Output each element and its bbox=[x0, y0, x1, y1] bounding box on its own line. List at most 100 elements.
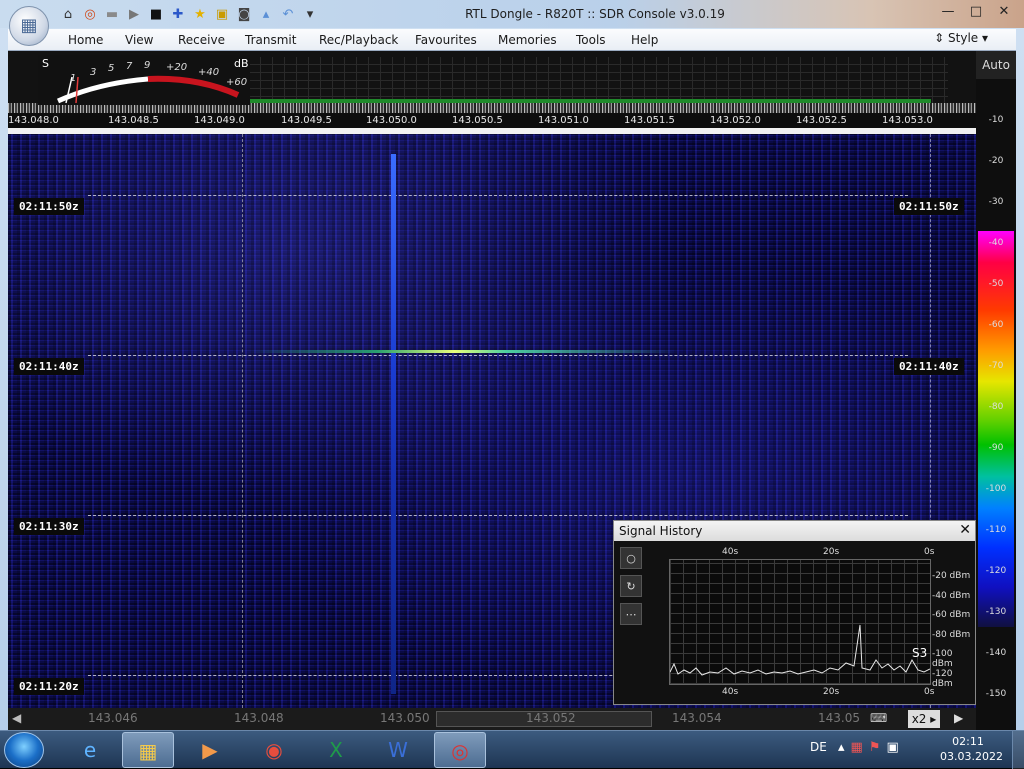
record-button[interactable]: ○ bbox=[620, 547, 642, 569]
freq-tick: 143.051.0 bbox=[538, 115, 589, 126]
word-icon[interactable]: W bbox=[372, 732, 424, 768]
chrome-icon[interactable]: ◉ bbox=[248, 732, 300, 768]
time-grid-line bbox=[88, 355, 908, 356]
auto-scale-button[interactable]: Auto bbox=[976, 51, 1016, 79]
dropdown-icon[interactable]: ▾ bbox=[300, 5, 320, 25]
stop-icon[interactable]: ■ bbox=[146, 5, 166, 25]
time-label: 02:11:20z bbox=[14, 678, 84, 695]
maximize-button[interactable]: □ bbox=[964, 2, 988, 22]
add-icon[interactable]: ✚ bbox=[168, 5, 188, 25]
flag-icon[interactable]: ⚑ bbox=[869, 740, 881, 755]
history-x-tick: 20s bbox=[823, 687, 840, 697]
star-icon[interactable]: ★ bbox=[190, 5, 210, 25]
minimize-button[interactable]: — bbox=[936, 2, 960, 22]
history-y-tick: -100 dBm bbox=[932, 649, 953, 669]
scroll-freq-tick: 143.052 bbox=[526, 711, 576, 725]
show-desktop-button[interactable] bbox=[1012, 731, 1024, 769]
quick-access-toolbar: ⌂ ◎ ▬ ▶ ■ ✚ ★ ▣ ◙ ▴ ↶ ▾ bbox=[58, 5, 320, 25]
s-meter-dial: S dB 1 3 5 7 9 +20 +40 +60 bbox=[42, 57, 249, 104]
app-logo-icon: ▦ bbox=[20, 15, 38, 36]
clock[interactable]: 02:11 03.03.2022 bbox=[940, 734, 1003, 764]
network-icon[interactable]: ▣ bbox=[886, 740, 898, 755]
menu-tools[interactable]: Tools bbox=[576, 33, 606, 47]
sdr-console-taskbar-icon[interactable]: ◎ bbox=[434, 732, 486, 768]
menu-favourites[interactable]: Favourites bbox=[415, 33, 477, 47]
menu-transmit[interactable]: Transmit bbox=[245, 33, 296, 47]
time-label: 02:11:30z bbox=[14, 518, 84, 535]
media-player-icon[interactable]: ▶ bbox=[184, 732, 236, 768]
style-label: Style bbox=[948, 31, 979, 45]
time-label: 02:11:40z bbox=[14, 358, 84, 375]
menu-help[interactable]: Help bbox=[631, 33, 658, 47]
menu-receive[interactable]: Receive bbox=[178, 33, 225, 47]
scroll-freq-tick: 143.046 bbox=[88, 711, 138, 725]
history-y-tick: -20 dBm bbox=[932, 571, 971, 581]
freq-tick: 143.049.5 bbox=[281, 115, 332, 126]
menu-memories[interactable]: Memories bbox=[498, 33, 557, 47]
history-y-tick: -120 dBm bbox=[932, 669, 953, 689]
show-hidden-icons-icon[interactable]: ▴ bbox=[838, 740, 845, 755]
s-reading: S3 bbox=[912, 646, 928, 660]
ribbon-menu-bar: Home View Receive Transmit Rec/Playback … bbox=[8, 29, 1016, 51]
db-tick: -100 bbox=[985, 484, 1007, 494]
menu-home[interactable]: Home bbox=[68, 33, 103, 47]
s-meter: S dB 1 3 5 7 9 +20 +40 +60 bbox=[38, 55, 250, 105]
start-button[interactable] bbox=[4, 732, 44, 768]
home-icon[interactable]: ⌂ bbox=[58, 5, 78, 25]
keyboard-icon[interactable]: ⌨ bbox=[870, 711, 887, 725]
s-meter-db-label: dB bbox=[234, 57, 249, 70]
db-scale-bar: Auto -10 -20 -30 -40 -50 -60 -70 -80 -90… bbox=[976, 51, 1016, 730]
s-tick: 5 bbox=[108, 63, 114, 74]
signal-history-plot: S3 bbox=[669, 559, 931, 685]
window-title: RTL Dongle - R820T :: SDR Console v3.0.1… bbox=[465, 7, 725, 21]
s-tick: 7 bbox=[126, 61, 133, 72]
play-icon[interactable]: ▶ bbox=[124, 5, 144, 25]
internet-explorer-icon[interactable]: e bbox=[64, 732, 116, 768]
clock-time: 02:11 bbox=[952, 735, 984, 748]
spectrum-grid bbox=[248, 57, 948, 105]
folder-icon[interactable]: ▬ bbox=[102, 5, 122, 25]
reset-button[interactable]: ↻ bbox=[620, 575, 642, 597]
scroll-left-icon[interactable]: ◀ bbox=[12, 711, 21, 725]
more-options-button[interactable]: ⋯ bbox=[620, 603, 642, 625]
device-icon[interactable]: ▦ bbox=[851, 740, 863, 755]
frequency-scrollbar[interactable]: ◀ 143.046 143.048 143.050 143.052 143.05… bbox=[8, 708, 976, 730]
spectrum-display[interactable]: S dB 1 3 5 7 9 +20 +40 +60 bbox=[8, 51, 976, 113]
scroll-right-icon[interactable]: ▶ bbox=[954, 711, 963, 725]
menu-view[interactable]: View bbox=[125, 33, 153, 47]
db-tick: -110 bbox=[985, 525, 1007, 535]
style-menu[interactable]: ⇕ Style ▾ bbox=[934, 31, 988, 45]
camera-icon[interactable]: ◙ bbox=[234, 5, 254, 25]
application-menu-button[interactable]: ▦ bbox=[9, 6, 49, 46]
db-tick: -90 bbox=[988, 443, 1004, 453]
db-tick: +20 bbox=[166, 62, 187, 73]
menu-rec-playback[interactable]: Rec/Playback bbox=[319, 33, 398, 47]
s-tick: 9 bbox=[144, 60, 150, 71]
lock-icon[interactable]: ▣ bbox=[212, 5, 232, 25]
signal-history-title-bar[interactable]: Signal History ✕ bbox=[614, 521, 975, 541]
db-tick: -140 bbox=[985, 648, 1007, 658]
frequency-scale[interactable]: 143.048.0 143.048.5 143.049.0 143.049.5 … bbox=[8, 113, 976, 128]
zoom-select[interactable]: x2 ▸ bbox=[908, 710, 940, 728]
db-tick: -150 bbox=[985, 689, 1007, 699]
close-icon[interactable]: ✕ bbox=[959, 522, 971, 538]
history-x-tick: 0s bbox=[924, 547, 935, 557]
window-controls: — □ ✕ bbox=[936, 2, 1016, 22]
scroll-freq-tick: 143.048 bbox=[234, 711, 284, 725]
signal-history-trace bbox=[669, 624, 931, 676]
db-tick: -80 bbox=[988, 402, 1004, 412]
file-explorer-icon[interactable]: ▦ bbox=[122, 732, 174, 768]
lifebuoy-icon[interactable]: ◎ bbox=[80, 5, 100, 25]
freq-tick: 143.050.5 bbox=[452, 115, 503, 126]
clock-date: 03.03.2022 bbox=[940, 750, 1003, 763]
close-button[interactable]: ✕ bbox=[992, 2, 1016, 22]
drop-icon[interactable]: ▴ bbox=[256, 5, 276, 25]
history-y-tick: -60 dBm bbox=[932, 610, 971, 620]
history-y-tick: -80 dBm bbox=[932, 630, 971, 640]
carrier-signal-trace bbox=[391, 154, 396, 694]
db-tick: +40 bbox=[198, 67, 219, 78]
time-label: 02:11:50z bbox=[14, 198, 84, 215]
excel-icon[interactable]: X bbox=[310, 732, 362, 768]
language-indicator[interactable]: DE bbox=[810, 740, 827, 754]
undo-icon[interactable]: ↶ bbox=[278, 5, 298, 25]
